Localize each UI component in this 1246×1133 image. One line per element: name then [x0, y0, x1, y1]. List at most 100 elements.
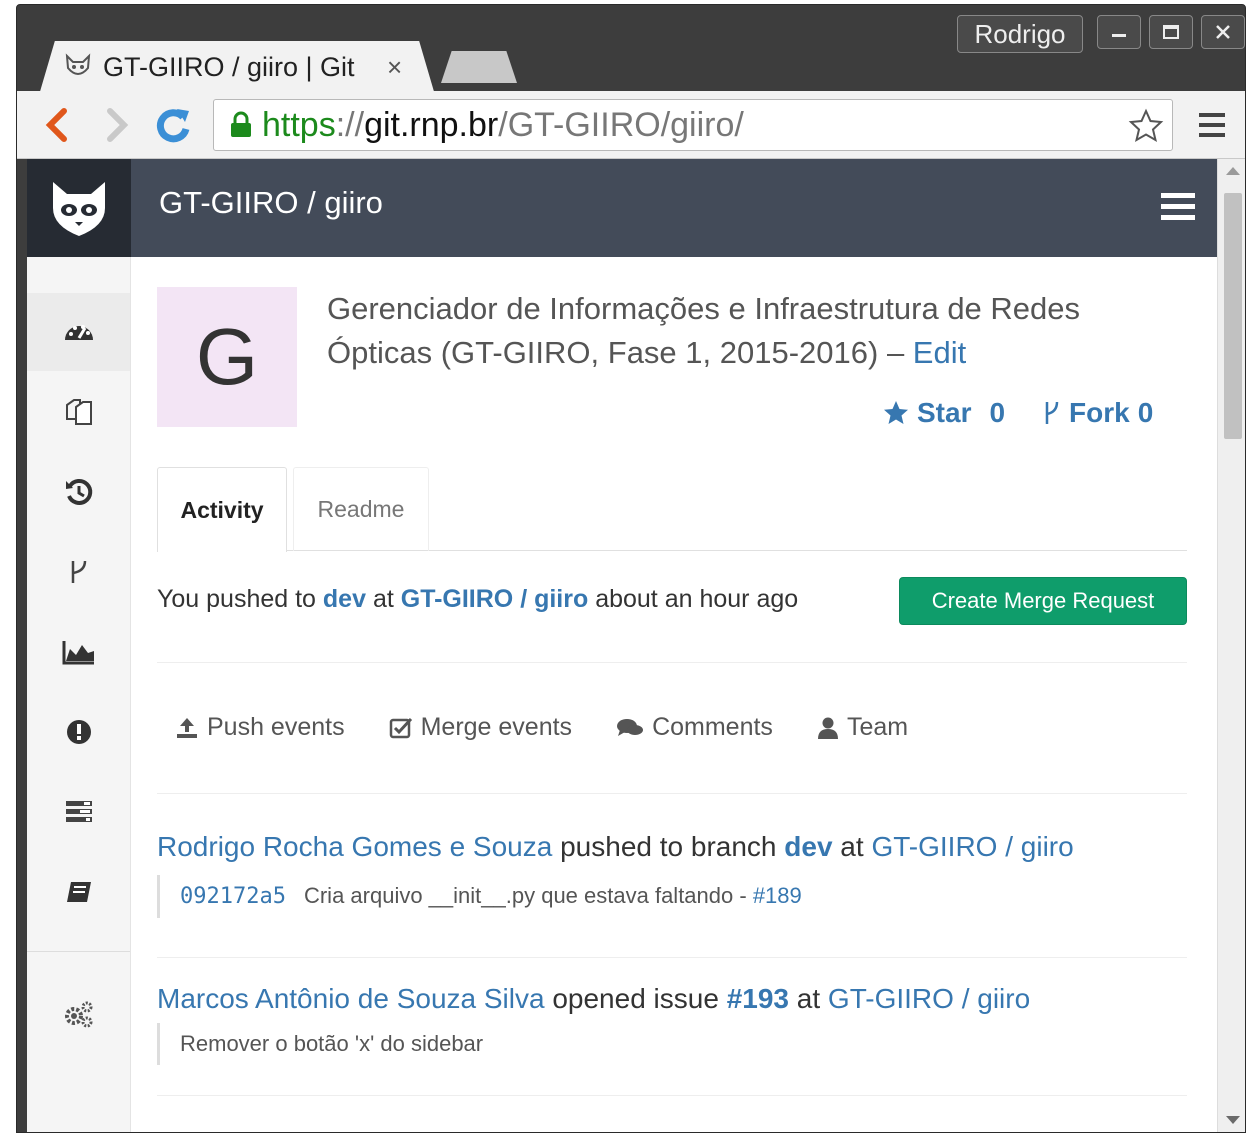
event-target-link[interactable]: #193 — [727, 983, 789, 1014]
reload-button[interactable] — [153, 103, 193, 147]
issue-ref-link[interactable]: #189 — [753, 883, 802, 908]
filter-push-events[interactable]: Push events — [175, 713, 345, 742]
edit-description-link[interactable]: Edit — [913, 335, 966, 370]
forward-button[interactable] — [97, 103, 137, 147]
profile-button[interactable]: Rodrigo — [957, 15, 1083, 53]
sidebar-item-files[interactable] — [27, 373, 130, 451]
project-description-text: Gerenciador de Informações e Infraestrut… — [327, 291, 1081, 370]
sidebar-item-commits[interactable] — [27, 453, 130, 531]
forward-arrow-icon — [107, 108, 129, 142]
maximize-icon — [1163, 25, 1179, 39]
maximize-button[interactable] — [1149, 15, 1193, 49]
push-project-link[interactable]: GT-GIIRO / giiro — [401, 585, 589, 613]
page-scrollbar[interactable] — [1217, 159, 1245, 1132]
fork-button[interactable]: Fork 0 — [1043, 397, 1153, 429]
event-commit: 092172a5 Cria arquivo __init__.py que est… — [157, 875, 1187, 918]
event-action: pushed to branch — [552, 831, 785, 862]
fork-label: Fork — [1069, 397, 1130, 428]
scroll-up-arrow-icon[interactable] — [1226, 167, 1240, 175]
create-merge-request-button[interactable]: Create Merge Request — [899, 577, 1187, 625]
filter-team-label: Team — [846, 713, 909, 741]
push-branch-link[interactable]: dev — [323, 585, 366, 613]
comments-icon — [617, 718, 644, 736]
star-label: Star — [917, 397, 972, 428]
sidebar-item-settings[interactable] — [27, 975, 130, 1053]
filter-team[interactable]: Team — [817, 713, 908, 742]
wiki-icon — [66, 882, 91, 902]
sidebar-item-graphs[interactable] — [27, 613, 130, 691]
event-divider — [157, 957, 1187, 958]
filter-merge-events[interactable]: Merge events — [389, 713, 572, 742]
browser-titlebar: GT-GIIRO / giiro | Git × Rodrigo — [17, 5, 1245, 91]
event-headline: Marcos Antônio de Souza Silva opened iss… — [157, 983, 1187, 1015]
hamburger-menu-icon[interactable] — [1161, 191, 1195, 223]
minimize-button[interactable] — [1097, 15, 1141, 49]
sidebar-item-issues[interactable] — [27, 693, 130, 771]
star-icon — [884, 401, 908, 424]
commit-message: Cria arquivo __init__.py que estava falt… — [303, 883, 753, 908]
project-tabs: Activity Readme — [157, 467, 1187, 552]
event-target-link[interactable]: dev — [784, 831, 832, 862]
event-project-link[interactable]: GT-GIIRO / giiro — [871, 831, 1073, 862]
upload-icon — [177, 717, 197, 738]
event-issue-title: Remover o botão 'x' do sidebar — [157, 1023, 1187, 1065]
address-bar[interactable]: https://git.rnp.br/GT-GIIRO/giiro/ — [213, 99, 1173, 151]
page-title[interactable]: GT-GIIRO / giiro — [159, 185, 383, 221]
filters-divider — [157, 793, 1187, 794]
minimize-icon — [1112, 34, 1126, 37]
url-path: /GT-GIIRO/giiro/ — [498, 105, 744, 144]
project-actions: Star 0 Fork 0 — [883, 397, 1153, 429]
new-tab-button[interactable] — [441, 51, 517, 83]
scroll-down-arrow-icon[interactable] — [1226, 1116, 1240, 1124]
tab-readme[interactable]: Readme — [293, 467, 429, 551]
event-headline: Rodrigo Rocha Gomes e Souza pushed to br… — [157, 831, 1187, 863]
branch-icon — [71, 560, 86, 583]
browser-window: GT-GIIRO / giiro | Git × Rodrigo https:… — [16, 4, 1246, 1133]
bookmark-star-icon[interactable] — [1128, 108, 1164, 144]
push-prefix: You pushed to — [157, 585, 323, 613]
reload-icon — [156, 109, 190, 143]
tab-close-icon[interactable]: × — [387, 52, 402, 83]
close-window-button[interactable] — [1201, 15, 1245, 49]
gitlab-logo-icon — [53, 182, 105, 236]
sidebar — [27, 257, 131, 1132]
page-viewport: GT-GIIRO / giiro G Gerenciador de Inform… — [27, 159, 1245, 1132]
event-item: Rodrigo Rocha Gomes e Souza pushed to br… — [157, 831, 1187, 918]
filter-merge-label: Merge events — [420, 713, 573, 741]
back-button[interactable] — [37, 103, 77, 147]
star-button[interactable]: Star 0 — [883, 397, 1005, 429]
browser-tab-content[interactable]: GT-GIIRO / giiro | Git × — [63, 47, 433, 87]
filter-comments[interactable]: Comments — [616, 713, 773, 742]
gitlab-logo[interactable] — [27, 159, 131, 257]
event-project-link[interactable]: GT-GIIRO / giiro — [828, 983, 1030, 1014]
sidebar-item-merge-requests[interactable] — [27, 773, 130, 851]
sidebar-item-network[interactable] — [27, 533, 130, 611]
push-suffix: about an hour ago — [588, 585, 799, 613]
push-notice-text: You pushed to dev at GT-GIIRO / giiro ab… — [157, 585, 798, 614]
gitlab-favicon-icon — [65, 53, 91, 75]
browser-menu-icon[interactable] — [1197, 107, 1227, 143]
fork-icon — [1045, 401, 1059, 424]
star-count: 0 — [989, 397, 1006, 428]
sidebar-item-dashboard[interactable] — [27, 293, 130, 371]
history-icon — [65, 478, 92, 505]
fork-count: 0 — [1137, 397, 1154, 428]
url-scheme: https — [262, 105, 336, 144]
merge-requests-icon — [65, 801, 92, 822]
event-author-link[interactable]: Rodrigo Rocha Gomes e Souza — [157, 831, 552, 862]
sidebar-divider — [27, 951, 130, 952]
project-avatar: G — [157, 287, 297, 427]
tab-activity[interactable]: Activity — [157, 467, 287, 552]
browser-toolbar: https://git.rnp.br/GT-GIIRO/giiro/ — [17, 91, 1245, 159]
lock-icon — [231, 111, 251, 137]
commit-sha-link[interactable]: 092172a5 — [180, 884, 286, 909]
filter-push-label: Push events — [207, 713, 345, 741]
push-notice: You pushed to dev at GT-GIIRO / giiro ab… — [157, 573, 1187, 663]
project-description: Gerenciador de Informações e Infraestrut… — [327, 287, 1167, 375]
issues-icon — [66, 720, 91, 744]
event-divider — [157, 1095, 1187, 1096]
close-icon — [1216, 25, 1230, 39]
event-author-link[interactable]: Marcos Antônio de Souza Silva — [157, 983, 545, 1014]
scrollbar-thumb[interactable] — [1224, 193, 1242, 439]
sidebar-item-wiki[interactable] — [27, 853, 130, 931]
